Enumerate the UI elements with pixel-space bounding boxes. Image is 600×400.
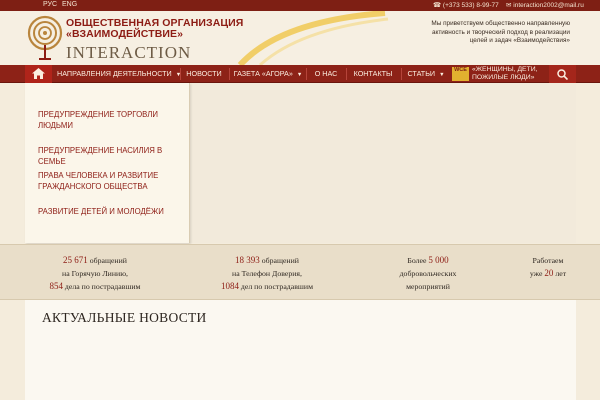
hero-area: ПРЕДУПРЕЖДЕНИЕ ТОРГОВЛИ ЛЮДЬМИ ПРЕДУПРЕЖ… bbox=[0, 83, 600, 243]
welcome-text: Мы приветствуем общественно направленную… bbox=[431, 20, 570, 45]
nav-activities[interactable]: НАПРАВЛЕНИЯ ДЕЯТЕЛЬНОСТИ ▼ bbox=[57, 65, 181, 83]
search-icon bbox=[557, 69, 568, 80]
nav-about[interactable]: О НАС bbox=[309, 65, 343, 83]
nav-contacts[interactable]: КОНТАКТЫ bbox=[349, 65, 397, 83]
nav-home-button[interactable] bbox=[25, 65, 52, 83]
contact-email[interactable]: ✉ interaction2002@mail.ru bbox=[506, 1, 584, 9]
tree-logo-icon[interactable] bbox=[27, 15, 63, 61]
dropdown-item-trafficking[interactable]: ПРЕДУПРЕЖДЕНИЕ ТОРГОВЛИ ЛЮДЬМИ bbox=[38, 109, 188, 131]
lang-en-link[interactable]: ENG bbox=[62, 1, 77, 8]
stat-hotline: 25 671 обращений на Горячую Линию, 854 д… bbox=[49, 255, 141, 291]
brand-name[interactable]: INTERACTION bbox=[66, 43, 191, 63]
org-name-line2: «ВЗАИМОДЕЙСТВИЕ» bbox=[66, 28, 184, 40]
stats-band: 25 671 обращений на Горячую Линию, 854 д… bbox=[0, 244, 600, 300]
nav-label: ГАЗЕТА «АГОРА» bbox=[233, 69, 293, 78]
home-icon bbox=[32, 68, 45, 79]
chevron-down-icon: ▼ bbox=[439, 72, 445, 78]
dropdown-item-domestic-violence[interactable]: ПРЕДУПРЕЖДЕНИЕ НАСИЛИЯ В СЕМЬЕ bbox=[38, 145, 188, 167]
stat-trust-phone: 18 393 обращений на Телефон Доверия, 108… bbox=[220, 255, 314, 291]
swoosh-decoration bbox=[237, 11, 389, 65]
top-bar: РУС ENG ☎ (+373 533) 8-99-77 ✉ interacti… bbox=[0, 0, 600, 11]
main-nav: НАПРАВЛЕНИЯ ДЕЯТЕЛЬНОСТИ ▼ НОВОСТИ ГАЗЕТА… bbox=[0, 65, 600, 83]
nav-label: О НАС bbox=[314, 69, 338, 78]
news-section: АКТУАЛЬНЫЕ НОВОСТИ bbox=[25, 300, 576, 400]
email-text: interaction2002@mail.ru bbox=[513, 2, 584, 9]
nav-label: СТАТЬИ bbox=[407, 69, 436, 78]
phone-icon: ☎ bbox=[433, 2, 443, 9]
news-section-title: АКТУАЛЬНЫЕ НОВОСТИ bbox=[42, 310, 207, 325]
activities-dropdown: ПРЕДУПРЕЖДЕНИЕ ТОРГОВЛИ ЛЮДЬМИ ПРЕДУПРЕЖ… bbox=[25, 83, 190, 243]
nav-agora[interactable]: ГАЗЕТА «АГОРА» ▼ bbox=[233, 65, 303, 83]
search-button[interactable] bbox=[549, 65, 576, 83]
phone-text: (+373 533) 8-99-77 bbox=[442, 2, 499, 9]
nav-articles[interactable]: СТАТЬИ ▼ bbox=[404, 65, 448, 83]
nav-wce-link[interactable]: «ЖЕНЩИНЫ, ДЕТИ, ПОЖИЛЫЕ ЛЮДИ» bbox=[472, 66, 546, 82]
contact-phone: ☎ (+373 533) 8-99-77 bbox=[433, 1, 499, 9]
nav-label: НОВОСТИ bbox=[186, 69, 222, 78]
hero-slider[interactable] bbox=[191, 83, 576, 243]
stat-years: Работаем уже 20 лет bbox=[529, 256, 567, 278]
nav-label: КОНТАКТЫ bbox=[353, 69, 393, 78]
nav-news[interactable]: НОВОСТИ bbox=[183, 65, 225, 83]
stat-volunteer-events: Более 5 000 добровольческих мероприятий bbox=[399, 255, 457, 291]
dropdown-item-human-rights[interactable]: ПРАВА ЧЕЛОВЕКА И РАЗВИТИЕ ГРАЖДАНСКОГО О… bbox=[38, 170, 188, 192]
lang-ru-link[interactable]: РУС bbox=[43, 1, 57, 8]
site-header: ОБЩЕСТВЕННАЯ ОРГАНИЗАЦИЯ «ВЗАИМОДЕЙСТВИЕ… bbox=[0, 11, 600, 65]
dropdown-item-youth[interactable]: РАЗВИТИЕ ДЕТЕЙ И МОЛОДЁЖИ bbox=[38, 206, 188, 217]
chevron-down-icon: ▼ bbox=[296, 72, 303, 78]
wce-logo-icon[interactable]: WCE bbox=[452, 67, 469, 81]
nav-label: НАПРАВЛЕНИЯ ДЕЯТЕЛЬНОСТИ bbox=[57, 69, 172, 78]
